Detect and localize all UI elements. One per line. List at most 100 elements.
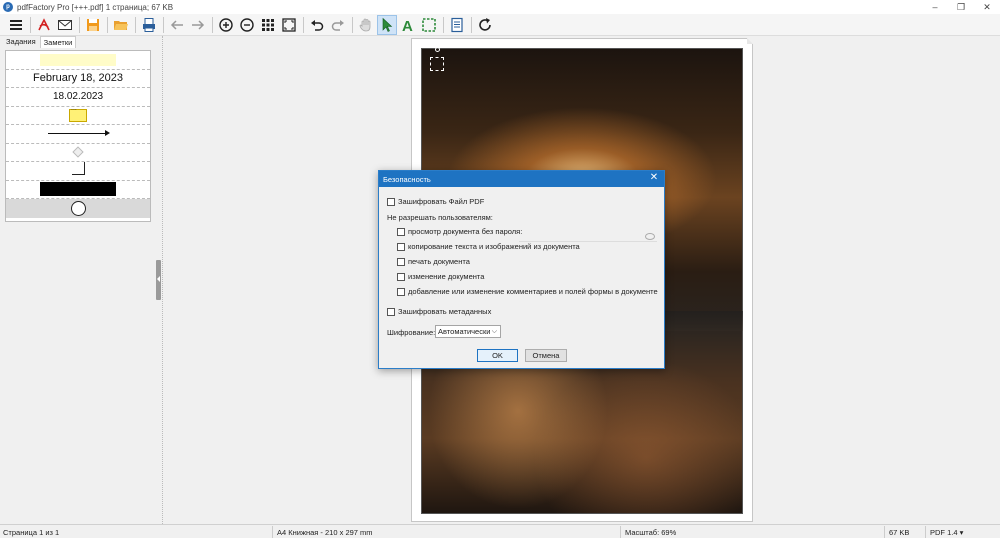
view-without-password-checkbox[interactable] — [397, 227, 405, 236]
print-document-label: печать документа — [408, 257, 470, 266]
note-circle[interactable] — [6, 199, 150, 218]
hand-tool-button[interactable] — [356, 15, 376, 35]
minimize-button[interactable]: – — [922, 0, 948, 14]
eye-icon[interactable] — [645, 233, 655, 240]
note-redaction[interactable] — [6, 181, 150, 199]
toolbar: A — [0, 14, 1000, 36]
cancel-button[interactable]: Отмена — [525, 349, 567, 362]
window-controls: – ❐ ✕ — [922, 0, 1000, 14]
note-corner[interactable] — [6, 162, 150, 181]
option-modify-document[interactable]: изменение документа — [397, 272, 484, 281]
password-input[interactable] — [519, 234, 657, 242]
fit-page-button[interactable] — [279, 15, 299, 35]
collapse-panel-handle[interactable] — [156, 260, 161, 300]
forward-button[interactable] — [188, 15, 208, 35]
refresh-icon — [479, 17, 491, 31]
option-view-without-password[interactable]: просмотр документа без пароля: — [397, 227, 522, 236]
dialog-close-button[interactable]: ✕ — [648, 172, 660, 183]
zoom-out-icon — [240, 17, 254, 32]
date-long-text: February 18, 2023 — [33, 72, 123, 85]
print-document-checkbox[interactable] — [397, 257, 405, 266]
redaction-bar-icon — [40, 182, 116, 197]
menu-icon — [10, 19, 22, 30]
encrypt-metadata-label: Зашифровать метаданных — [398, 307, 492, 316]
save-button[interactable] — [83, 15, 103, 35]
text-tool-icon: A — [402, 18, 413, 33]
status-divider — [925, 526, 926, 538]
status-divider — [620, 526, 621, 538]
panel-tabs: Задания Заметки — [0, 36, 155, 48]
encrypt-pdf-label: Зашифровать Файл PDF — [398, 197, 485, 206]
dialog-title: Безопасность — [383, 174, 431, 184]
encrypt-metadata-option[interactable]: Зашифровать метаданных — [387, 307, 491, 316]
encrypt-pdf-option[interactable]: Зашифровать Файл PDF — [387, 197, 484, 206]
pdffactory-logo-icon: p — [3, 2, 13, 12]
notes-button[interactable] — [447, 15, 467, 35]
toolbar-divider — [163, 16, 164, 33]
hand-tool-icon — [359, 18, 371, 31]
toolbar-divider — [79, 16, 80, 33]
redo-button[interactable] — [328, 15, 348, 35]
modify-document-checkbox[interactable] — [397, 272, 405, 281]
pdf-button[interactable] — [34, 15, 54, 35]
forward-arrow-icon — [192, 19, 205, 30]
area-select-icon — [422, 17, 436, 32]
pdf-version-dropdown[interactable]: PDF 1.4 ▾ — [930, 528, 963, 537]
option-comments-forms[interactable]: добавление или изменение комментариев и … — [397, 287, 658, 296]
note-diamond[interactable] — [6, 144, 150, 162]
window-title: pdfFactory Pro [+++.pdf] 1 страница; 67 … — [17, 2, 174, 12]
chevron-down-icon: ⌵ — [491, 328, 497, 335]
zoom-in-button[interactable] — [216, 15, 236, 35]
select-pointer-button[interactable] — [377, 14, 397, 35]
encrypt-metadata-checkbox[interactable] — [387, 307, 395, 316]
select-pointer-icon — [382, 17, 393, 32]
note-date-long[interactable]: February 18, 2023 — [6, 70, 150, 88]
email-button[interactable] — [55, 15, 75, 35]
svg-text:A: A — [402, 18, 413, 33]
close-button[interactable]: ✕ — [974, 0, 1000, 14]
toolbar-divider — [30, 16, 31, 33]
back-button[interactable] — [167, 15, 187, 35]
text-tool-button[interactable]: A — [398, 15, 418, 35]
encryption-select[interactable]: Автоматически ⌵ — [435, 325, 501, 338]
corner-line-icon — [71, 162, 85, 176]
notes-icon — [451, 17, 463, 32]
status-paper-size: A4 Книжная - 210 x 297 mm — [277, 528, 373, 537]
thumbnails-button[interactable] — [258, 15, 278, 35]
diamond-icon — [72, 146, 84, 158]
date-short-text: 18.02.2023 — [52, 91, 104, 103]
zoom-out-button[interactable] — [237, 15, 257, 35]
view-without-password-label: просмотр документа без пароля: — [408, 227, 523, 236]
note-highlight[interactable] — [6, 51, 150, 70]
encrypt-pdf-checkbox[interactable] — [387, 197, 395, 206]
comments-forms-checkbox[interactable] — [397, 287, 405, 296]
note-sticky[interactable] — [6, 105, 150, 125]
sticky-note-icon — [69, 105, 87, 122]
copy-text-images-checkbox[interactable] — [397, 242, 405, 251]
open-button[interactable] — [111, 15, 131, 35]
thumbnails-icon — [262, 18, 274, 31]
selection-box[interactable] — [430, 57, 444, 71]
encryption-select-value: Автоматически — [438, 327, 491, 336]
arrow-icon — [48, 130, 110, 137]
toolbar-divider — [443, 16, 444, 33]
rotate-handle[interactable] — [435, 47, 440, 52]
tab-notes[interactable]: Заметки — [39, 36, 77, 48]
ok-button[interactable]: OK — [477, 349, 518, 362]
title-bar: p pdfFactory Pro [+++.pdf] 1 страница; 6… — [0, 0, 1000, 14]
tab-jobs[interactable]: Задания — [2, 35, 40, 48]
area-select-button[interactable] — [419, 15, 439, 35]
panel-splitter[interactable] — [155, 36, 163, 524]
option-copy-text-images[interactable]: копирование текста и изображений из доку… — [397, 242, 580, 251]
note-date-short[interactable]: 18.02.2023 — [6, 88, 150, 107]
toolbar-divider — [107, 16, 108, 33]
status-divider — [272, 526, 273, 538]
option-print-document[interactable]: печать документа — [397, 257, 470, 266]
note-arrow[interactable] — [6, 125, 150, 144]
refresh-button[interactable] — [475, 15, 495, 35]
print-button[interactable] — [139, 15, 159, 35]
disallow-header: Не разрешать пользователям: — [387, 213, 493, 222]
menu-button[interactable] — [6, 15, 26, 35]
maximize-button[interactable]: ❐ — [948, 0, 974, 14]
undo-button[interactable] — [307, 15, 327, 35]
